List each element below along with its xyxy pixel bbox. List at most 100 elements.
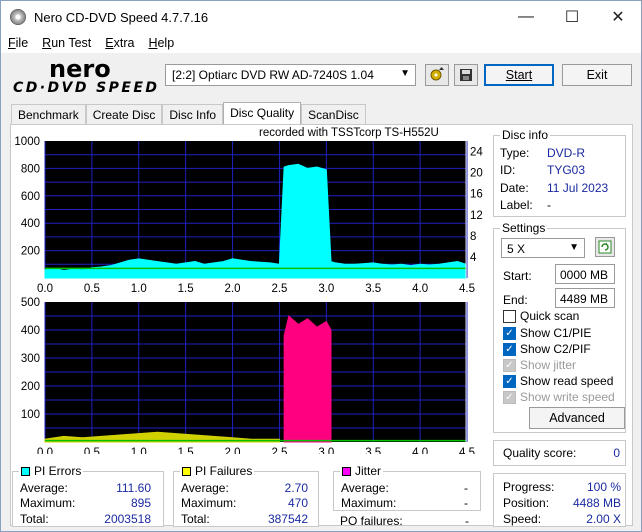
x-tick-label: 0.0 [37, 447, 53, 454]
pi-errors-max-label: Maximum: [20, 496, 76, 510]
checkmark-icon: ✓ [503, 326, 516, 340]
pi-failures-title: PI Failures [180, 464, 255, 478]
pi-failures-group: PI Failures Average: 2.70 Maximum: 470 T… [173, 464, 319, 527]
exit-button[interactable]: Exit [562, 64, 632, 86]
pi-failures-swatch [182, 466, 191, 476]
disc-date-label: Date: [500, 181, 529, 195]
disc-type-label: Type: [500, 146, 530, 160]
x-tick-label: 4.5 [459, 447, 475, 454]
x-tick-label: 2.0 [225, 283, 241, 295]
menu-file[interactable]: File [1, 36, 35, 50]
menu-bar: File Run Test Extra Help [1, 33, 641, 53]
tab-disc-quality[interactable]: Disc Quality [223, 102, 302, 125]
jitter-max: - [464, 496, 468, 510]
x-tick-label: 2.5 [271, 447, 287, 454]
maximize-button[interactable]: ☐ [549, 1, 595, 33]
show-write-speed-label: Show write speed [520, 390, 615, 404]
chart-title: recorded with TSSTcorp TS-H552U [259, 127, 439, 139]
y2-tick-label: 16 [470, 189, 483, 201]
jitter-swatch [342, 466, 351, 476]
pi-errors-avg: 111.60 [116, 481, 151, 495]
start-label: Start: [503, 269, 532, 283]
save-button[interactable] [454, 64, 478, 86]
tab-disc-info[interactable]: Disc Info [162, 104, 224, 125]
pi-errors-total: 2003518 [104, 512, 151, 526]
show-c2-checkbox[interactable]: ✓ Show C2/PIF [503, 342, 591, 356]
eject-button[interactable] [425, 64, 449, 86]
disc-info-group: Disc info Type: DVD-R ID: TYG03 Date: 11… [493, 128, 626, 217]
pi-failures-max-label: Maximum: [181, 496, 237, 510]
end-label: End: [503, 293, 528, 307]
y-tick-label: 200 [21, 246, 40, 258]
app-window: Nero CD-DVD Speed 4.7.7.16 — ☐ ✕ File Ru… [0, 0, 642, 532]
x-tick-label: 3.5 [365, 283, 381, 295]
pi-errors-swatch [21, 466, 30, 476]
app-disc-icon [10, 9, 26, 25]
y-tick-label: 300 [21, 353, 40, 365]
disc-label-value: - [547, 198, 551, 212]
x-tick-label: 0.5 [84, 283, 100, 295]
position-value: 4488 MB [572, 496, 621, 510]
x-tick-label: 0.5 [84, 447, 100, 454]
quality-score-group: Quality score: 0 [493, 440, 626, 466]
exit-button-label: Exit [586, 68, 608, 82]
pi-failures-max: 470 [287, 496, 308, 510]
jitter-title: Jitter [340, 464, 384, 478]
x-tick-label: 1.5 [178, 447, 194, 454]
start-mb-input[interactable]: 0000 MB [555, 264, 615, 284]
advanced-button[interactable]: Advanced [529, 407, 625, 429]
close-button[interactable]: ✕ [595, 1, 641, 33]
menu-run-test[interactable]: Run Test [35, 36, 98, 50]
checkmark-icon: ✓ [503, 390, 516, 404]
tab-create-disc[interactable]: Create Disc [85, 104, 163, 125]
speed-select[interactable]: 5 X ▼ [501, 238, 585, 258]
drive-select[interactable]: [2:2] Optiarc DVD RW AD-7240S 1.04 ▼ [165, 64, 416, 86]
menu-help[interactable]: Help [141, 36, 181, 50]
start-button[interactable]: Start [484, 64, 554, 86]
disc-label-label: Label: [500, 198, 533, 212]
x-tick-label: 2.0 [225, 447, 241, 454]
show-read-speed-checkbox[interactable]: ✓ Show read speed [503, 374, 613, 388]
y2-tick-label: 8 [470, 231, 476, 243]
show-write-speed-checkbox: ✓ Show write speed [503, 390, 615, 404]
x-tick-label: 4.5 [459, 283, 475, 295]
jitter-max-label: Maximum: [341, 496, 397, 510]
x-tick-label: 4.0 [412, 447, 428, 454]
tab-benchmark[interactable]: Benchmark [11, 104, 86, 125]
jitter-avg-label: Average: [341, 481, 389, 495]
x-tick-label: 4.0 [412, 283, 428, 295]
x-tick-label: 3.5 [365, 447, 381, 454]
speed-label: Speed: [503, 512, 542, 526]
quick-scan-checkbox[interactable]: Quick scan [503, 309, 579, 323]
po-failures-value: - [465, 514, 469, 528]
tab-scandisc[interactable]: ScanDisc [301, 104, 366, 125]
x-tick-label: 1.0 [131, 283, 147, 295]
pi-errors-title-text: PI Errors [34, 464, 82, 478]
tab-bar: Benchmark Create Disc Disc Info Disc Qua… [11, 102, 366, 125]
minimize-button[interactable]: — [503, 1, 549, 33]
y2-tick-label: 12 [470, 210, 483, 222]
pi-errors-group: PI Errors Average: 111.60 Maximum: 895 T… [12, 464, 164, 527]
jitter-title-text: Jitter [355, 464, 382, 478]
x-tick-label: 3.0 [318, 447, 334, 454]
checkmark-icon: ✓ [503, 358, 516, 372]
pi-errors-avg-label: Average: [20, 481, 68, 495]
disc-date-value: 11 Jul 2023 [547, 181, 609, 195]
jitter-avg: - [464, 481, 468, 495]
refresh-speed-button[interactable] [595, 237, 615, 257]
pi-errors-title: PI Errors [19, 464, 84, 478]
y-tick-label: 200 [21, 381, 40, 393]
logo-bottom-text: CD·DVD SPEED [13, 80, 157, 95]
eject-icon [430, 67, 444, 81]
menu-extra[interactable]: Extra [98, 36, 141, 50]
settings-title: Settings [500, 221, 548, 235]
end-mb-input[interactable]: 4489 MB [555, 288, 615, 308]
speed-value: 2.00 X [586, 512, 621, 526]
advanced-button-label: Advanced [549, 411, 605, 425]
quality-score-label: Quality score: [503, 446, 577, 460]
y2-tick-label: 4 [470, 252, 477, 264]
show-c1-checkbox[interactable]: ✓ Show C1/PIE [503, 326, 591, 340]
pi-failures-total: 387542 [267, 512, 308, 526]
position-label: Position: [503, 496, 550, 510]
start-button-label: Start [505, 68, 533, 82]
